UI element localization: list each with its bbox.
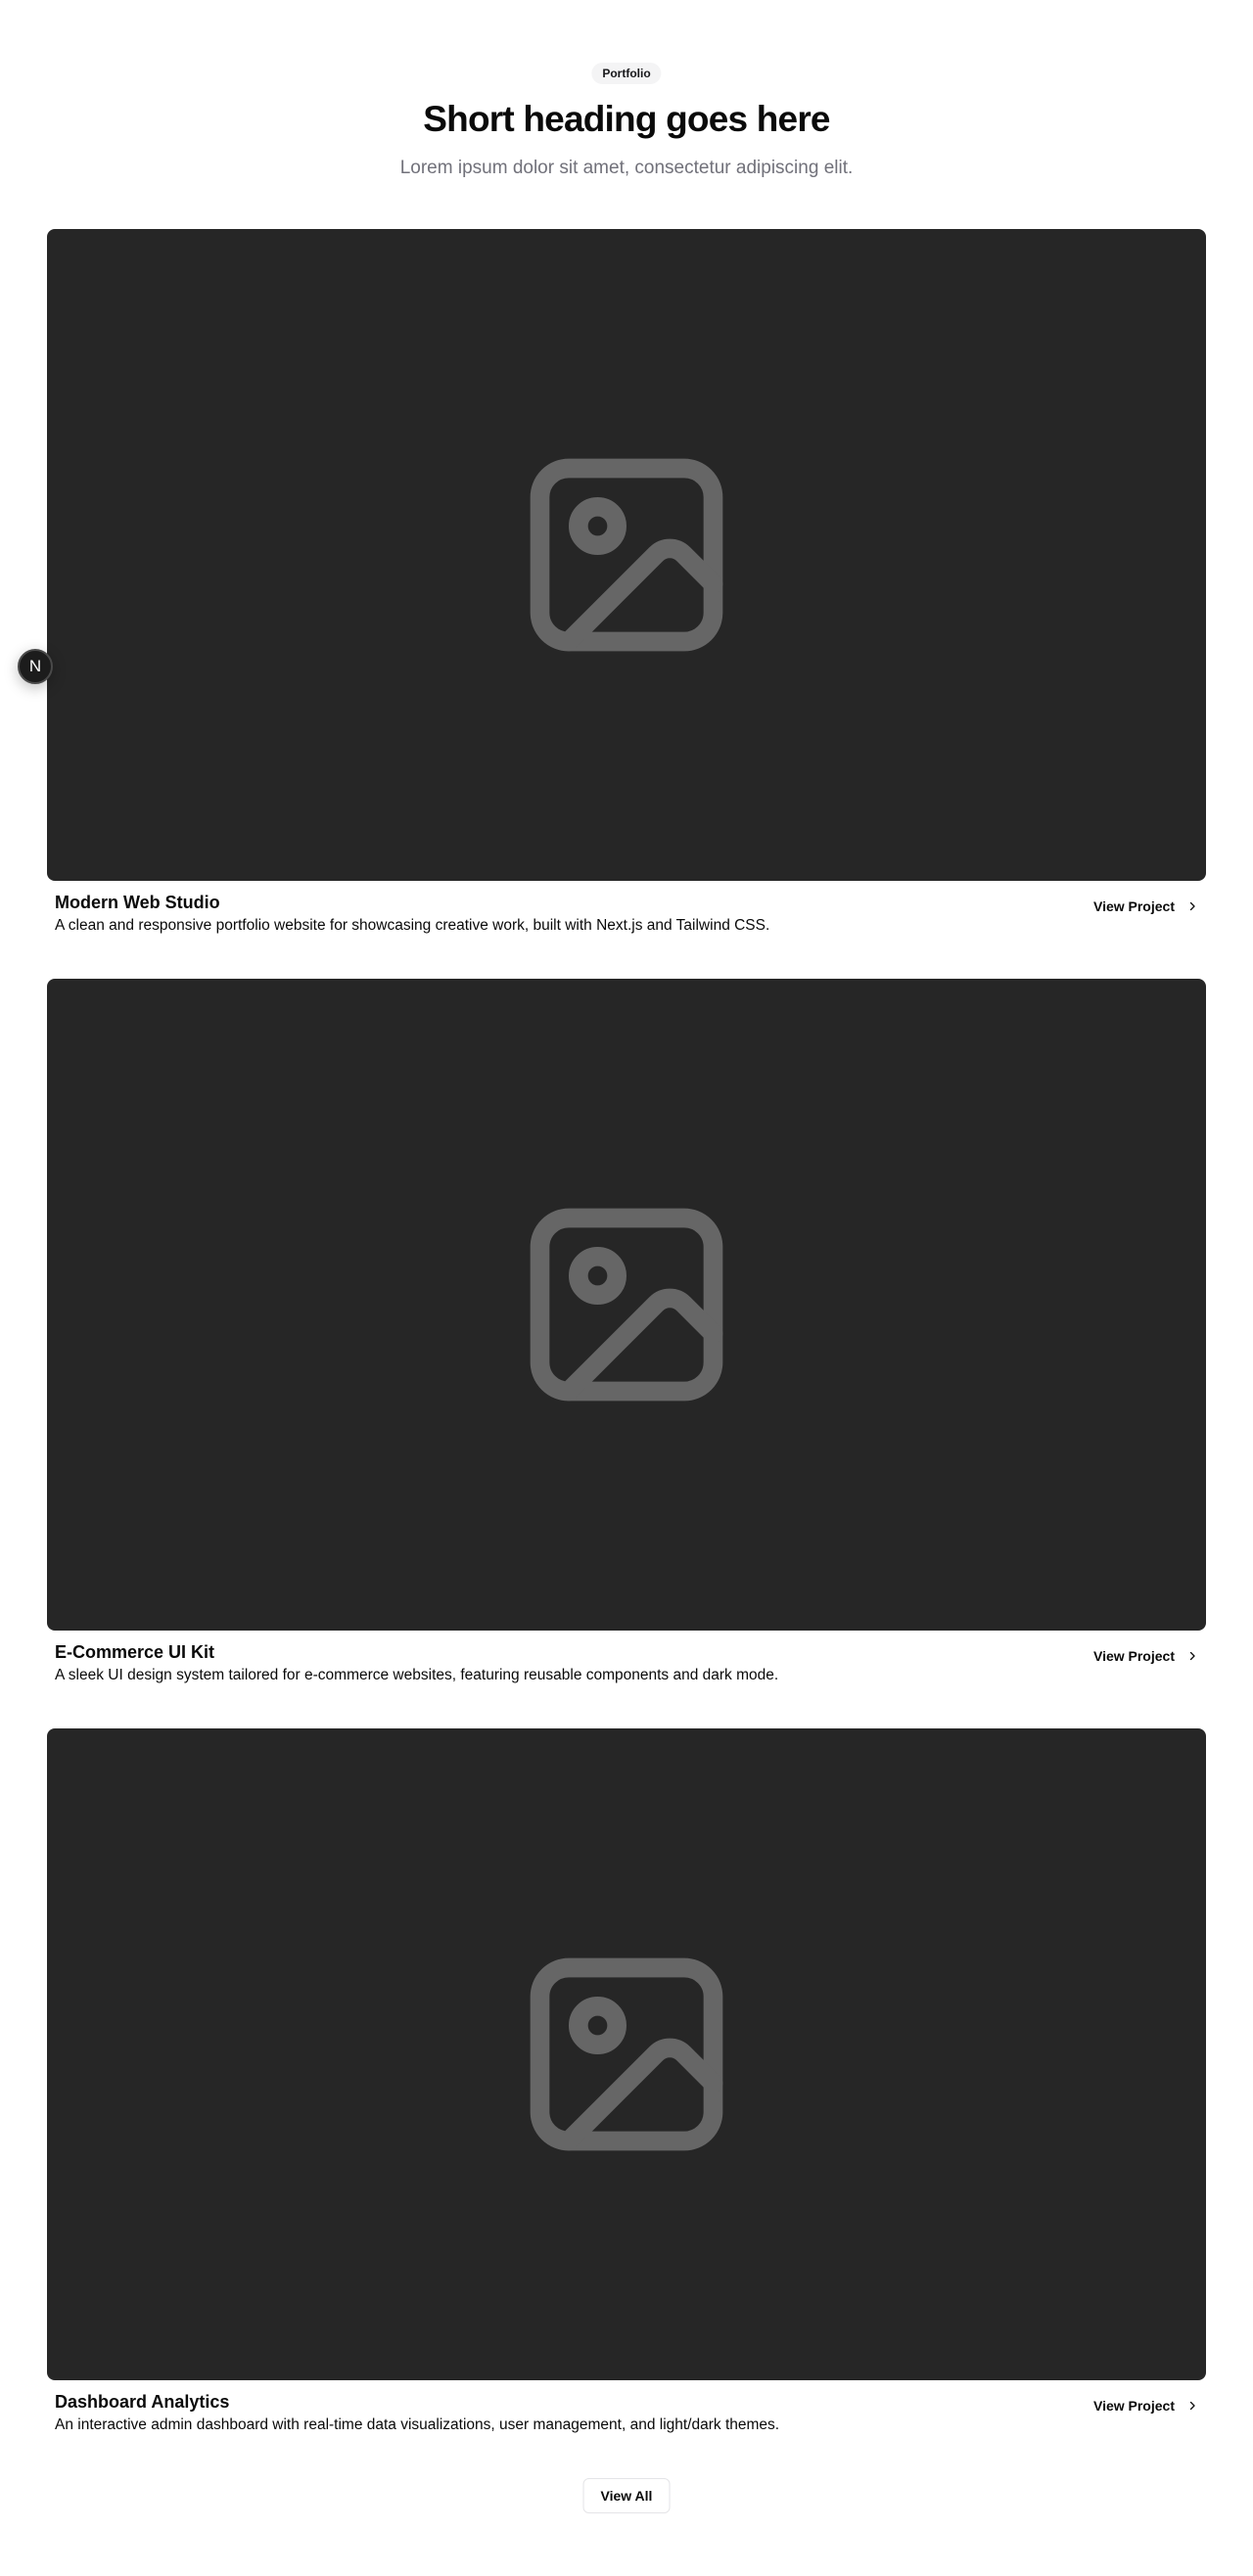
project-title: Modern Web Studio xyxy=(55,893,220,912)
chevron-right-icon xyxy=(1186,900,1198,912)
view-project-link[interactable]: View Project xyxy=(1093,895,1198,918)
image-placeholder-icon xyxy=(511,439,742,670)
view-project-label: View Project xyxy=(1092,1648,1175,1664)
portfolio-page: Portfolio Short heading goes here Lorem … xyxy=(0,0,1253,2576)
image-placeholder-icon xyxy=(511,1189,742,1420)
section-badge: Portfolio xyxy=(591,63,662,84)
page-title: Short heading goes here xyxy=(423,99,830,139)
project-image xyxy=(47,1728,1206,2380)
view-project-link[interactable]: View Project xyxy=(1093,2394,1198,2417)
nextjs-logo-icon[interactable]: N xyxy=(18,649,53,684)
project-description: A clean and responsive portfolio website… xyxy=(55,917,770,934)
project-description: A sleek UI design system tailored for e-… xyxy=(55,1667,779,1683)
view-project-link[interactable]: View Project xyxy=(1093,1644,1198,1668)
page-subtitle: Lorem ipsum dolor sit amet, consectetur … xyxy=(399,158,854,178)
chevron-right-icon xyxy=(1186,1650,1198,1662)
project-image xyxy=(47,979,1206,1631)
view-all-button[interactable]: View All xyxy=(582,2478,671,2513)
image-placeholder-icon xyxy=(511,1939,742,2170)
chevron-right-icon xyxy=(1186,2400,1198,2412)
view-project-label: View Project xyxy=(1092,898,1175,914)
floating-badge-letter: N xyxy=(28,657,42,675)
project-title: E-Commerce UI Kit xyxy=(55,1642,215,1662)
project-description: An interactive admin dashboard with real… xyxy=(55,2416,780,2433)
project-image xyxy=(47,229,1206,881)
project-title: Dashboard Analytics xyxy=(55,2392,230,2412)
view-project-label: View Project xyxy=(1092,2398,1175,2414)
